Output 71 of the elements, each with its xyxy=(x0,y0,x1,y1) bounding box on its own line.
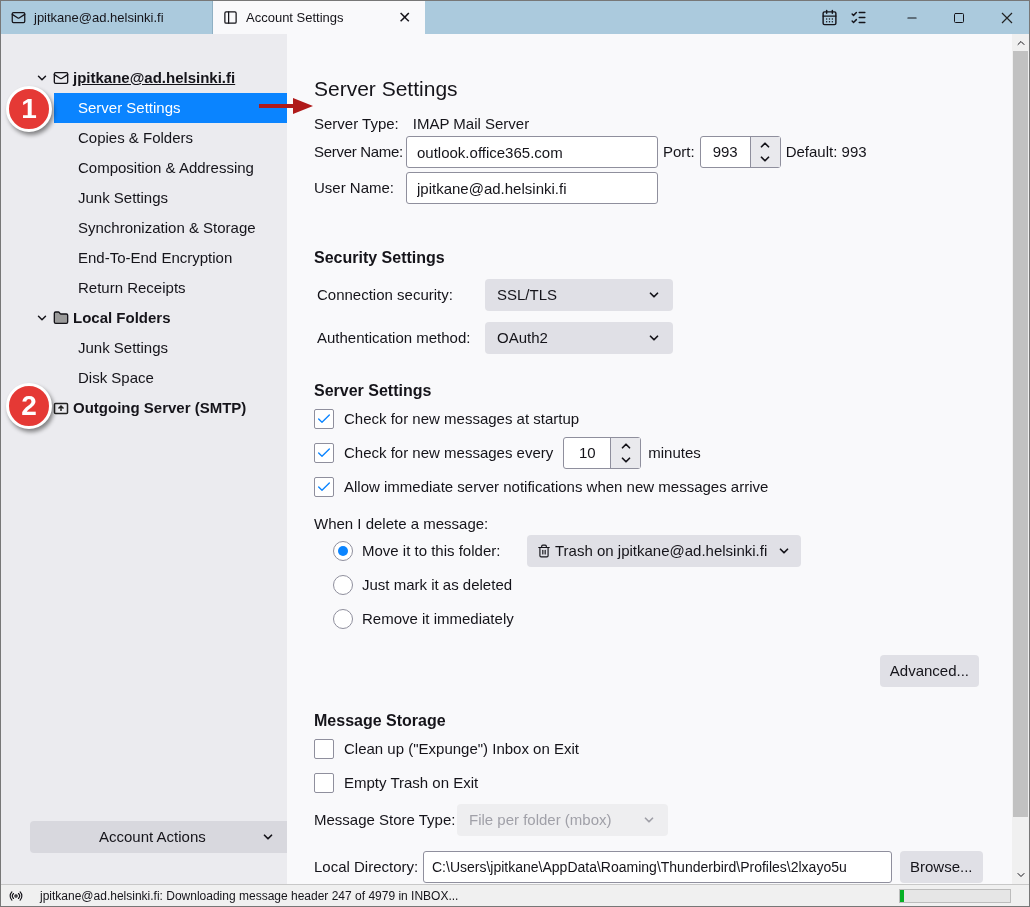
field-label: Local Directory: xyxy=(314,856,420,877)
radio-label[interactable]: Remove it immediately xyxy=(362,607,527,631)
field-label: Connection security: xyxy=(316,284,454,305)
sidebar-item[interactable]: Junk Settings xyxy=(54,183,287,213)
scrollbar[interactable] xyxy=(1012,34,1029,884)
folder-dropdown[interactable]: Trash on jpitkane@ad.helsinki.fi xyxy=(527,535,802,567)
checkbox[interactable] xyxy=(314,443,334,463)
section-heading: Security Settings xyxy=(314,248,446,268)
status-text: jpitkane@ad.helsinki.fi: Downloading message header 247 of 4979 in INBOX... xyxy=(40,887,460,905)
select-dropdown[interactable]: SSL/TLS xyxy=(485,279,673,311)
number-field[interactable]: 993 xyxy=(699,136,781,168)
checkbox[interactable] xyxy=(314,409,334,429)
radio-button[interactable] xyxy=(333,541,353,561)
user-name-field[interactable]: jpitkane@ad.helsinki.fi xyxy=(406,172,658,204)
calendar-icon[interactable] xyxy=(821,9,838,26)
checkbox-label[interactable]: Allow immediate server notifications when new messages arrive xyxy=(344,475,769,499)
sidebar-item[interactable]: Server Settings xyxy=(54,93,287,123)
callout-arrow xyxy=(259,97,313,115)
default-port-text: Default: 993 xyxy=(785,141,867,162)
section-heading: Message Storage xyxy=(314,711,447,731)
checkbox-label[interactable]: Check for new messages every xyxy=(344,441,554,465)
checkbox-label[interactable]: Clean up ("Expunge") Inbox on Exit xyxy=(344,737,579,761)
field-label: Message Store Type: xyxy=(314,809,457,830)
close-icon[interactable]: ✕ xyxy=(394,5,415,30)
unit-label: minutes xyxy=(648,442,701,463)
section-heading: Server Settings xyxy=(314,381,433,401)
page-title: Server Settings xyxy=(314,76,459,102)
envelope-icon xyxy=(53,70,69,86)
sidebar-item[interactable]: Return Receipts xyxy=(54,273,287,303)
maximize-icon[interactable] xyxy=(953,11,965,24)
local-directory-field[interactable]: C:\Users\jpitkane\AppData\Roaming\Thunderbird\Profiles\2lxayo5u xyxy=(423,851,892,883)
number-field[interactable]: 10 xyxy=(563,437,642,469)
account-actions-button[interactable]: Account Actions xyxy=(30,821,287,853)
select-dropdown[interactable]: OAuth2 xyxy=(485,322,673,354)
account-item[interactable]: jpitkane@ad.helsinki.fi xyxy=(35,67,267,89)
radio-label[interactable]: Just mark it as deleted xyxy=(362,573,527,597)
trash-icon xyxy=(537,544,551,558)
radio-button[interactable] xyxy=(333,575,353,595)
sidebar-item[interactable]: Synchronization & Storage xyxy=(54,213,287,243)
radio-button[interactable] xyxy=(333,609,353,629)
sidebar-item[interactable]: Copies & Folders xyxy=(54,123,287,153)
field-label: Server Name: xyxy=(314,141,404,162)
panel-icon xyxy=(223,10,238,25)
checkbox[interactable] xyxy=(314,739,334,759)
tab[interactable]: Account Settings ✕ xyxy=(213,1,425,34)
radio-label[interactable]: Move it to this folder: xyxy=(362,539,527,563)
envelope-icon xyxy=(11,10,26,25)
checkbox[interactable] xyxy=(314,773,334,793)
checkbox-label[interactable]: Check for new messages at startup xyxy=(344,407,580,431)
sidebar-item[interactable]: Disk Space xyxy=(54,363,287,393)
tasks-icon[interactable] xyxy=(850,9,867,26)
outbox-icon xyxy=(53,400,69,416)
activity-icon[interactable] xyxy=(9,888,23,903)
checkbox[interactable] xyxy=(314,477,334,497)
field-label: User Name: xyxy=(314,177,396,198)
field-label: Authentication method: xyxy=(316,327,472,348)
field-label: Server Type: xyxy=(314,113,399,134)
browse-button[interactable]: Browse... xyxy=(900,851,983,883)
advanced-button[interactable]: Advanced... xyxy=(879,655,979,687)
close-icon[interactable] xyxy=(1001,11,1013,24)
sidebar-item[interactable]: End-To-End Encryption xyxy=(54,243,287,273)
server-name-field[interactable]: outlook.office365.com xyxy=(406,136,658,168)
field-value: IMAP Mail Server xyxy=(412,113,530,134)
folder-icon xyxy=(53,310,69,326)
account-item[interactable]: Local Folders xyxy=(35,307,267,329)
checkbox-label[interactable]: Empty Trash on Exit xyxy=(344,771,479,795)
field-label: When I delete a message: xyxy=(314,514,490,533)
account-item[interactable]: Outgoing Server (SMTP) xyxy=(53,397,267,419)
field-label: Port: xyxy=(663,141,695,162)
sidebar-item[interactable]: Composition & Addressing xyxy=(54,153,287,183)
sidebar-item[interactable]: Junk Settings xyxy=(54,333,287,363)
